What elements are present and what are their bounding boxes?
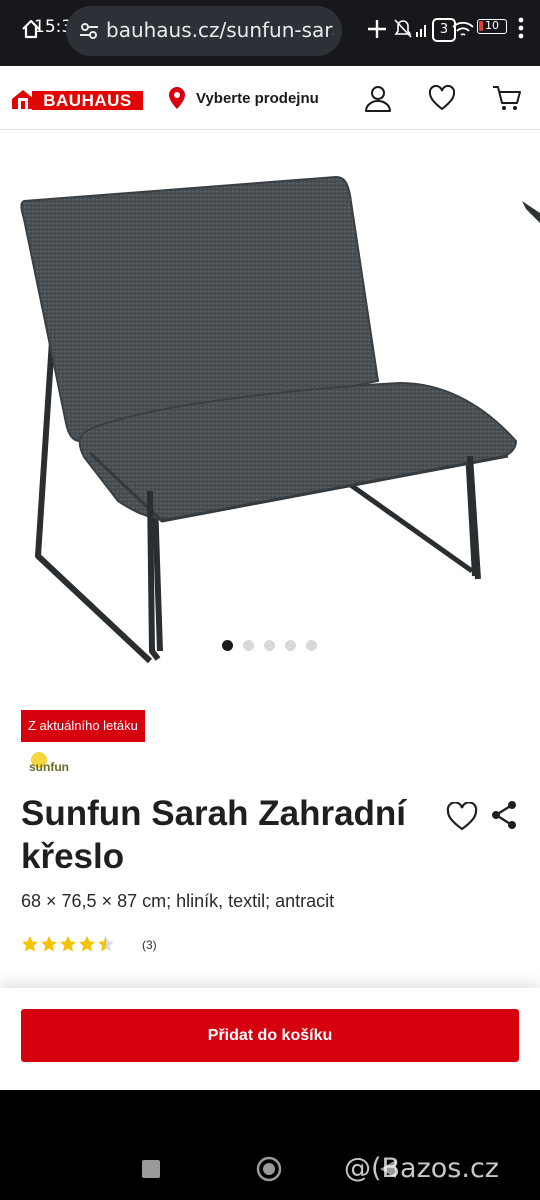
- url-text[interactable]: bauhaus.cz/sunfun-sarah: [106, 18, 334, 42]
- location-pin-icon[interactable]: [168, 86, 186, 115]
- pagination-dot[interactable]: [306, 640, 317, 651]
- rating-count[interactable]: (3): [142, 938, 157, 952]
- add-to-wishlist-icon[interactable]: [446, 801, 478, 837]
- wishlist-icon[interactable]: [428, 84, 456, 117]
- sticky-cart-bar: Přidat do košíku: [0, 988, 540, 1090]
- flyer-badge: Z aktuálního letáku: [21, 710, 145, 742]
- share-icon[interactable]: [490, 800, 518, 835]
- product-specs: 68 × 76,5 × 87 cm; hliník, textil; antra…: [21, 891, 335, 911]
- recent-apps-icon[interactable]: [142, 1160, 160, 1178]
- pagination-dot[interactable]: [222, 640, 233, 651]
- add-to-cart-button[interactable]: Přidat do košíku: [21, 1009, 519, 1062]
- mute-icon: [394, 18, 430, 45]
- status-bar: 15:36 bauhaus.cz/sunfun-sarah 3 10: [0, 0, 540, 66]
- chair-image: [20, 175, 540, 664]
- brand-logo[interactable]: sunfun: [29, 752, 73, 776]
- svg-text:sunfun: sunfun: [29, 760, 69, 774]
- wifi-icon: [452, 20, 474, 43]
- more-menu-icon[interactable]: [518, 16, 524, 45]
- battery-indicator: 10: [477, 19, 507, 34]
- rating-stars[interactable]: [21, 935, 117, 958]
- store-selector[interactable]: Vyberte prodejnu: [196, 90, 319, 107]
- home-button-icon[interactable]: [256, 1156, 282, 1187]
- pagination-dot[interactable]: [243, 640, 254, 651]
- new-tab-icon[interactable]: [366, 18, 388, 45]
- product-gallery[interactable]: [0, 131, 540, 676]
- product-title: Sunfun Sarah Zahradní křeslo: [21, 794, 407, 876]
- watermark: @(Bazos.cz: [344, 1153, 499, 1184]
- pagination-dot[interactable]: [285, 640, 296, 651]
- pagination-dot[interactable]: [264, 640, 275, 651]
- bauhaus-logo[interactable]: BAUHAUS: [10, 88, 143, 110]
- site-header: BAUHAUS Vyberte prodejnu: [0, 66, 540, 130]
- system-navigation-bar: @(Bazos.cz: [0, 1090, 540, 1200]
- account-icon[interactable]: [364, 84, 392, 117]
- url-bar[interactable]: bauhaus.cz/sunfun-sarah: [66, 6, 342, 56]
- site-settings-icon[interactable]: [78, 20, 100, 47]
- cart-icon[interactable]: [492, 84, 522, 117]
